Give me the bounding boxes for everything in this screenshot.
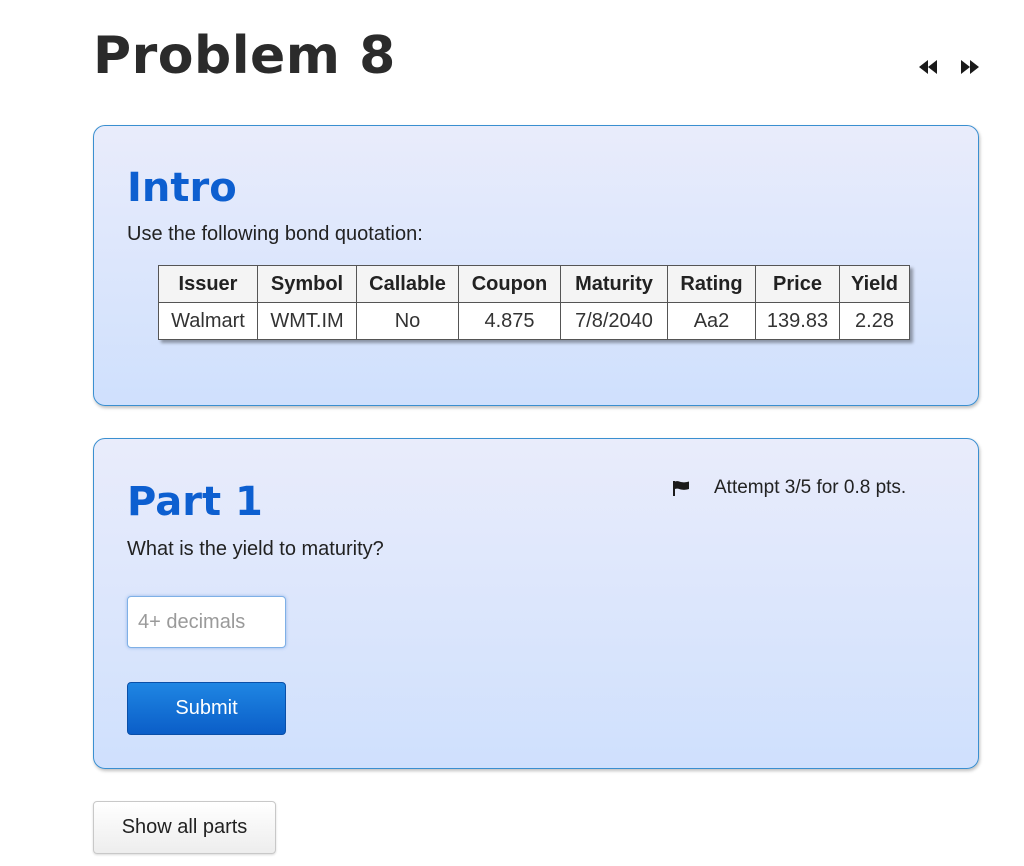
show-all-parts-button[interactable]: Show all parts <box>93 801 276 854</box>
part1-heading: Part 1 <box>127 479 263 525</box>
part1-question: What is the yield to maturity? <box>127 538 384 560</box>
problem-nav <box>918 58 980 76</box>
column-header-symbol: Symbol <box>257 265 357 303</box>
column-header-rating: Rating <box>667 265 756 303</box>
column-header-issuer: Issuer <box>158 265 258 303</box>
column-header-coupon: Coupon <box>458 265 561 303</box>
intro-text: Use the following bond quotation: <box>127 223 423 245</box>
double-arrow-left-icon[interactable] <box>918 58 938 76</box>
bond-quote-table: Issuer Symbol Callable Coupon Maturity R… <box>158 265 910 340</box>
column-header-price: Price <box>755 265 840 303</box>
part1-card: Part 1 Attempt 3/5 for 0.8 pts. What is … <box>93 438 979 769</box>
cell-callable: No <box>356 302 459 340</box>
page-title: Problem 8 <box>93 26 396 86</box>
cell-yield: 2.28 <box>839 302 910 340</box>
cell-rating: Aa2 <box>667 302 756 340</box>
intro-card: Intro Use the following bond quotation: … <box>93 125 979 406</box>
submit-button[interactable]: Submit <box>127 682 286 735</box>
column-header-callable: Callable <box>356 265 459 303</box>
flag-icon[interactable] <box>672 480 690 496</box>
cell-coupon: 4.875 <box>458 302 561 340</box>
table-header-row: Issuer Symbol Callable Coupon Maturity R… <box>158 265 910 303</box>
cell-maturity: 7/8/2040 <box>560 302 668 340</box>
attempt-info: Attempt 3/5 for 0.8 pts. <box>672 477 906 499</box>
cell-issuer: Walmart <box>158 302 258 340</box>
double-arrow-right-icon[interactable] <box>960 58 980 76</box>
cell-price: 139.83 <box>755 302 840 340</box>
cell-symbol: WMT.IM <box>257 302 357 340</box>
answer-input[interactable] <box>127 596 286 648</box>
intro-heading: Intro <box>127 165 237 211</box>
column-header-yield: Yield <box>839 265 910 303</box>
column-header-maturity: Maturity <box>560 265 668 303</box>
table-row: Walmart WMT.IM No 4.875 7/8/2040 Aa2 139… <box>158 302 910 340</box>
attempt-text: Attempt 3/5 for 0.8 pts. <box>714 477 907 498</box>
